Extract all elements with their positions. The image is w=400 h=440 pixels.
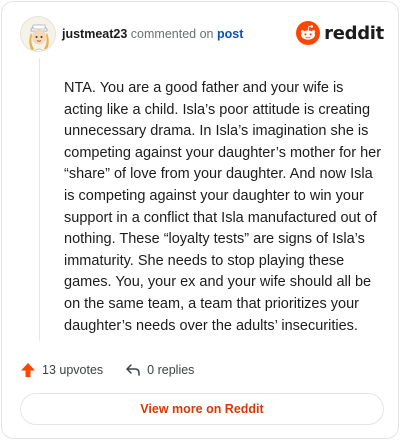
reply-count[interactable]: 0 replies (125, 362, 194, 378)
reddit-wordmark: reddit (324, 22, 384, 44)
thread-line (39, 58, 40, 341)
comment-header: justmeat23 commented on post reddit (20, 16, 384, 56)
view-more-button[interactable]: View more on Reddit (20, 393, 384, 425)
reddit-brand[interactable]: reddit (296, 18, 384, 48)
username-link[interactable]: justmeat23 (62, 27, 127, 41)
reddit-snoo-icon (296, 21, 321, 45)
upvote-arrow-icon (21, 363, 35, 377)
upvote-count-label: 13 upvotes (42, 363, 104, 377)
comment-card: justmeat23 commented on post reddit NTA.… (1, 1, 399, 439)
post-link[interactable]: post (217, 27, 243, 41)
comment-meta: justmeat23 commented on post (62, 27, 243, 41)
user-avatar[interactable] (20, 16, 56, 52)
upvote-count[interactable]: 13 upvotes (20, 362, 103, 378)
reply-count-label: 0 replies (147, 363, 195, 377)
reply-arrow-icon (126, 364, 140, 376)
action-text: commented on (130, 27, 214, 41)
comment-body: NTA. You are a good father and your wife… (64, 80, 382, 334)
avatar-illustration-icon (21, 17, 55, 51)
comment-footer: 13 upvotes 0 replies (20, 358, 216, 382)
